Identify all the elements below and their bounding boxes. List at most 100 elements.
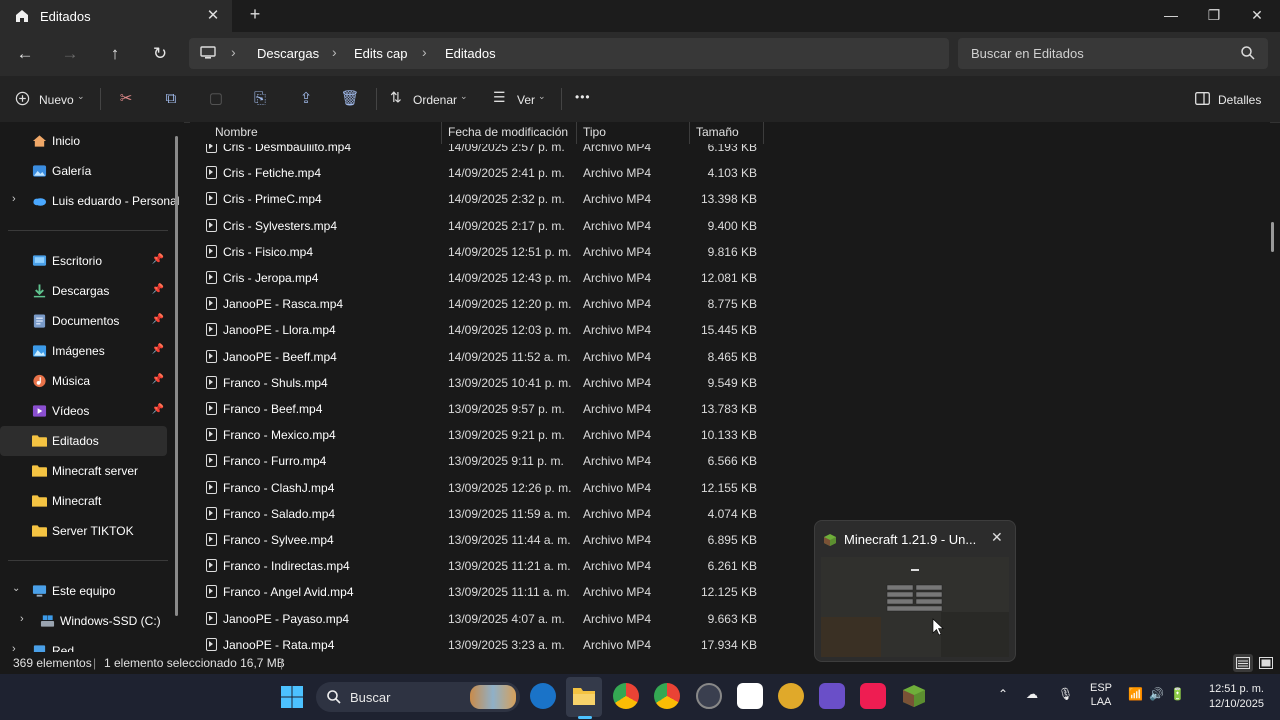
column-header-type[interactable]: Tipo <box>583 125 606 139</box>
sidebar-item-inicio[interactable]: Inicio <box>4 126 167 156</box>
column-header-date[interactable]: Fecha de modificación <box>448 125 568 139</box>
sidebar-item-galeria[interactable]: Galería <box>4 156 167 186</box>
file-row[interactable]: JanooPE - Rasca.mp4 14/09/2025 12:20 p. m… <box>190 291 770 317</box>
column-divider[interactable] <box>763 122 764 144</box>
up-button[interactable]: ↑ <box>103 42 127 66</box>
pin-icon[interactable]: 📌 <box>152 404 164 415</box>
column-divider[interactable] <box>441 122 442 144</box>
tiles-view-toggle[interactable] <box>1256 654 1276 672</box>
sidebar-item-escritorio[interactable]: Escritorio 📌 <box>4 246 167 276</box>
view-button[interactable]: ☰ Ver ⌄ <box>493 88 553 110</box>
sidebar-item-server-tiktok[interactable]: Server TIKTOK <box>4 516 167 546</box>
file-row[interactable]: Cris - Desmbauliito.mp4 14/09/2025 2:57 p… <box>190 144 770 160</box>
edge-icon[interactable] <box>530 683 556 709</box>
file-row[interactable]: Franco - Salado.mp4 13/09/2025 11:59 a. m… <box>190 501 770 527</box>
sidebar-item-windows-ssd[interactable]: › Windows-SSD (C:) <box>4 606 167 636</box>
wifi-icon[interactable]: 📶 <box>1128 687 1143 701</box>
sidebar-item-minecraft[interactable]: Minecraft <box>4 486 167 516</box>
battery-icon[interactable]: 🔋 <box>1170 687 1185 701</box>
details-button[interactable]: Detalles <box>1195 88 1265 110</box>
sort-button[interactable]: ⇅ Ordenar ⌄ <box>390 88 470 110</box>
minecraft-icon[interactable] <box>901 683 927 709</box>
file-row[interactable]: JanooPE - Llora.mp4 14/09/2025 12:03 p. m… <box>190 317 770 343</box>
file-row[interactable]: Franco - Beef.mp4 13/09/2025 9:57 p. m. Ar… <box>190 396 770 422</box>
tray-overflow-icon[interactable]: ⌃ <box>998 687 1008 701</box>
share-icon[interactable]: ⇪ <box>295 88 317 110</box>
clock[interactable]: 12:51 p. m. 12/10/2025 <box>1198 683 1264 710</box>
taskbar-search[interactable]: Buscar <box>316 682 520 712</box>
pin-icon[interactable]: 📌 <box>152 314 164 325</box>
popup-close-button[interactable]: ✕ <box>991 529 1003 546</box>
coin-app-icon[interactable] <box>778 683 804 709</box>
minimize-button[interactable]: — <box>1149 0 1193 30</box>
column-header-name[interactable]: Nombre <box>215 125 258 139</box>
sidebar-item-este-equipo[interactable]: ⌄ Este equipo <box>4 576 167 606</box>
taskbar-preview-popup[interactable]: Minecraft 1.21.9 - Un... ✕ <box>814 520 1016 662</box>
new-button[interactable]: Nuevo ⌄ <box>15 88 87 110</box>
rename-icon[interactable]: ⎘ <box>249 88 271 110</box>
tab-editados[interactable]: Editados ✕ <box>0 0 232 32</box>
file-row[interactable]: Franco - ClashJ.mp4 13/09/2025 12:26 p. m… <box>190 475 770 501</box>
file-list-scrollbar[interactable] <box>1271 222 1274 252</box>
address-bar[interactable]: › Descargas › Edits cap › Editados <box>189 38 949 69</box>
file-row[interactable]: Cris - Jeropa.mp4 14/09/2025 12:43 p. m. A… <box>190 265 770 291</box>
file-row[interactable]: Franco - Indirectas.mp4 13/09/2025 11:21 … <box>190 553 770 579</box>
window-preview[interactable] <box>821 557 1009 657</box>
search-input[interactable]: Buscar en Editados <box>958 38 1268 69</box>
column-divider[interactable] <box>576 122 577 144</box>
chrome-profile-icon[interactable] <box>654 683 680 709</box>
file-row[interactable]: Cris - Fetiche.mp4 14/09/2025 2:41 p. m. A… <box>190 160 770 186</box>
sidebar-item-minecraft-server[interactable]: Minecraft server <box>4 456 167 486</box>
maximize-button[interactable]: ❐ <box>1192 0 1236 30</box>
more-options-button[interactable]: ••• <box>575 90 591 112</box>
file-row[interactable]: JanooPE - Payaso.mp4 13/09/2025 4:07 a. m… <box>190 606 770 632</box>
pin-icon[interactable]: 📌 <box>152 344 164 355</box>
file-row[interactable]: JanooPE - Rata.mp4 13/09/2025 3:23 a. m. A… <box>190 632 770 652</box>
sidebar-item-red[interactable]: › Red <box>4 636 167 652</box>
close-window-button[interactable]: ✕ <box>1235 0 1279 30</box>
paste-icon[interactable]: ▢ <box>205 88 227 110</box>
onedrive-tray-icon[interactable]: ☁ <box>1026 687 1038 701</box>
breadcrumb-editados[interactable]: Editados <box>445 46 496 61</box>
file-row[interactable]: JanooPE - Beeff.mp4 14/09/2025 11:52 a. m… <box>190 344 770 370</box>
file-row[interactable]: Franco - Sylvee.mp4 13/09/2025 11:44 a. m… <box>190 527 770 553</box>
file-explorer-icon[interactable] <box>571 683 597 709</box>
capcut-icon[interactable] <box>737 683 763 709</box>
sidebar-item-videos[interactable]: Vídeos 📌 <box>4 396 167 426</box>
language-indicator[interactable]: ESP LAA <box>1090 682 1112 708</box>
pin-icon[interactable]: 📌 <box>152 284 164 295</box>
file-row[interactable]: Cris - Fisico.mp4 14/09/2025 12:51 p. m. A… <box>190 239 770 265</box>
breadcrumb-descargas[interactable]: Descargas <box>257 46 319 61</box>
microphone-icon[interactable]: 🎙 <box>1058 687 1073 701</box>
obs-icon[interactable] <box>696 683 722 709</box>
file-row[interactable]: Cris - PrimeC.mp4 14/09/2025 2:32 p. m. Ar… <box>190 186 770 212</box>
pin-icon[interactable]: 📌 <box>152 254 164 265</box>
file-row[interactable]: Franco - Mexico.mp4 13/09/2025 9:21 p. m.… <box>190 422 770 448</box>
new-tab-button[interactable]: + <box>244 4 266 26</box>
forward-button[interactable]: → <box>58 42 82 66</box>
sidebar-item-descargas[interactable]: Descargas 📌 <box>4 276 167 306</box>
column-divider[interactable] <box>689 122 690 144</box>
windows-start-icon[interactable] <box>280 685 304 709</box>
close-tab-button[interactable]: ✕ <box>204 6 222 24</box>
volume-icon[interactable]: 🔊 <box>1149 687 1164 701</box>
details-view-toggle[interactable] <box>1233 654 1253 672</box>
back-button[interactable]: ← <box>13 42 37 66</box>
refresh-button[interactable]: ↻ <box>148 42 172 66</box>
sidebar-item-documentos[interactable]: Documentos 📌 <box>4 306 167 336</box>
sidebar-item-imagenes[interactable]: Imágenes 📌 <box>4 336 167 366</box>
sidebar-item-onedrive[interactable]: › Luis eduardo - Personal <box>4 186 179 216</box>
column-header-size[interactable]: Tamaño <box>696 125 739 139</box>
delete-icon[interactable]: 🗑 <box>339 88 361 110</box>
pin-icon[interactable]: 📌 <box>152 374 164 385</box>
file-row[interactable]: Franco - Shuls.mp4 13/09/2025 10:41 p. m.… <box>190 370 770 396</box>
file-row[interactable]: Franco - Furro.mp4 13/09/2025 9:11 p. m. A… <box>190 448 770 474</box>
sidebar-item-musica[interactable]: Música 📌 <box>4 366 167 396</box>
sidebar-item-editados[interactable]: Editados <box>0 426 167 456</box>
tiktok-icon[interactable] <box>860 683 886 709</box>
network-app-icon[interactable] <box>819 683 845 709</box>
file-row[interactable]: Cris - Sylvesters.mp4 14/09/2025 2:17 p. … <box>190 213 770 239</box>
breadcrumb-edits-cap[interactable]: Edits cap <box>354 46 407 61</box>
cut-icon[interactable]: ✂ <box>115 88 137 110</box>
chrome-icon[interactable] <box>613 683 639 709</box>
